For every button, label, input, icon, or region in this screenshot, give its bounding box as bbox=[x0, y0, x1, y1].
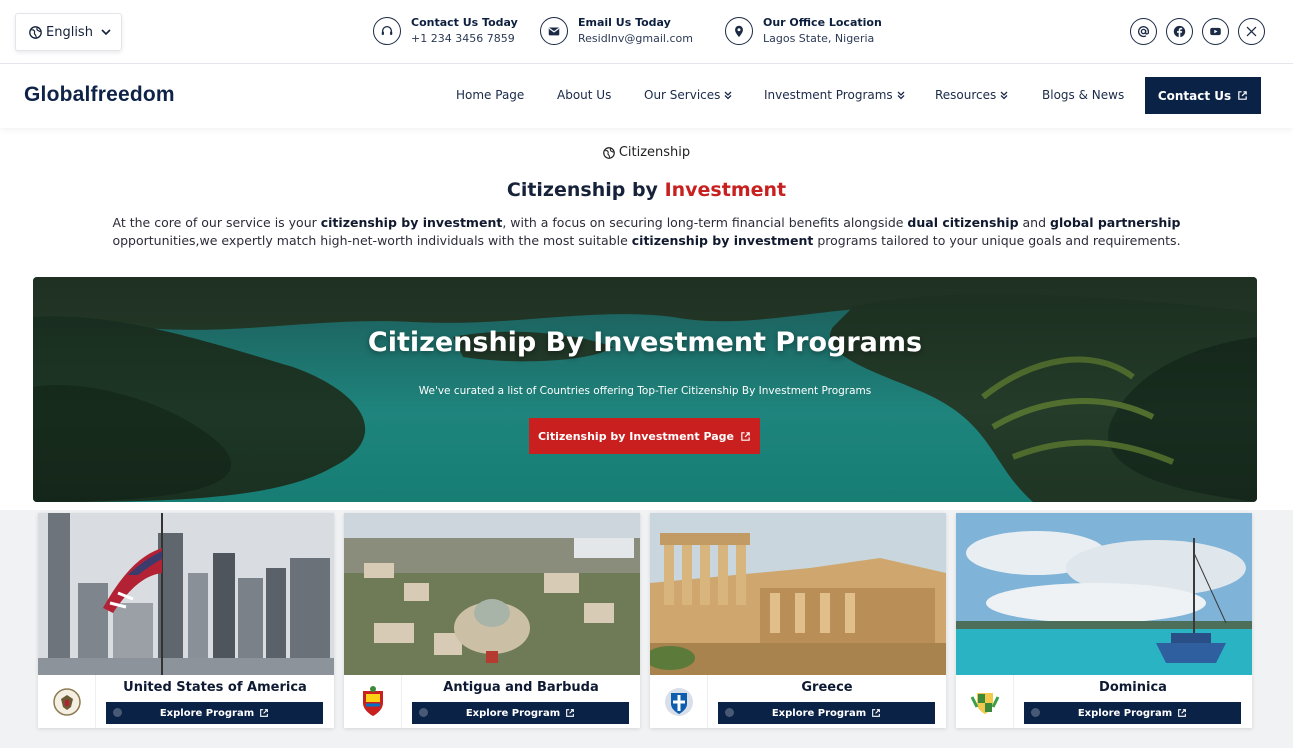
nav-home-label: Home Page bbox=[456, 88, 525, 102]
contact-email[interactable]: Email Us Today ResidInv@gmail.com bbox=[540, 16, 693, 48]
double-chevron-down-icon bbox=[897, 91, 905, 100]
antigua-coat-of-arms-emblem bbox=[344, 675, 402, 728]
nav-resources[interactable]: Resources bbox=[935, 88, 1042, 102]
cbi-page-button[interactable]: Citizenship by Investment Page bbox=[529, 418, 760, 454]
nav-services[interactable]: Our Services bbox=[644, 88, 764, 102]
explore-program-button[interactable]: Explore Program bbox=[106, 702, 323, 724]
country-photo bbox=[38, 513, 334, 675]
social-at-link[interactable] bbox=[1130, 18, 1157, 45]
external-link-icon bbox=[1238, 91, 1247, 100]
contact-location-title: Our Office Location bbox=[763, 16, 882, 29]
title-accent: Investment bbox=[664, 179, 787, 201]
globe-icon bbox=[602, 146, 615, 159]
contact-email-value: ResidInv@gmail.com bbox=[578, 32, 693, 45]
nav-investment-label: Investment Programs bbox=[764, 88, 893, 102]
external-link-icon bbox=[1178, 709, 1187, 717]
hero-subtitle: We've curated a list of Countries offeri… bbox=[418, 385, 872, 397]
social-x-link[interactable] bbox=[1238, 18, 1265, 45]
section-title: Citizenship by Investment bbox=[0, 179, 1293, 201]
chevron-down-icon bbox=[101, 29, 111, 36]
nav-blogs-label: Blogs & News bbox=[1042, 88, 1125, 102]
location-pin-icon bbox=[725, 17, 753, 45]
contact-location-value: Lagos State, Nigeria bbox=[763, 32, 875, 45]
contact-phone-title: Contact Us Today bbox=[411, 16, 518, 29]
external-link-icon bbox=[260, 709, 269, 717]
contact-email-title: Email Us Today bbox=[578, 16, 671, 29]
country-photo bbox=[344, 513, 640, 675]
social-facebook-link[interactable] bbox=[1166, 18, 1193, 45]
button-dot bbox=[725, 708, 734, 717]
explore-program-label: Explore Program bbox=[1077, 707, 1173, 719]
section-crumb: Citizenship bbox=[0, 145, 1293, 160]
explore-program-button[interactable]: Explore Program bbox=[718, 702, 935, 724]
crumb-label: Citizenship bbox=[618, 145, 691, 160]
country-card-dominica[interactable]: Dominica Explore Program bbox=[956, 513, 1252, 728]
contact-us-button[interactable]: Contact Us bbox=[1145, 77, 1261, 114]
main-navbar: Globalfreedom Home Page About Us Our Ser… bbox=[0, 64, 1293, 128]
social-links bbox=[1130, 18, 1265, 45]
nav-about-label: About Us bbox=[557, 88, 612, 102]
button-dot bbox=[419, 708, 428, 717]
mail-icon bbox=[540, 17, 568, 45]
hero-title: Citizenship By Investment Programs bbox=[367, 327, 923, 358]
explore-program-button[interactable]: Explore Program bbox=[412, 702, 629, 724]
country-name: Antigua and Barbuda bbox=[443, 680, 599, 695]
contact-us-label: Contact Us bbox=[1157, 88, 1232, 103]
globe-icon bbox=[29, 25, 42, 39]
nav-links: Home Page About Us Our Services Investme… bbox=[456, 88, 1124, 102]
country-name: United States of America bbox=[123, 680, 307, 695]
contact-phone-value: +1 234 3456 7859 bbox=[411, 32, 515, 45]
double-chevron-down-icon bbox=[1000, 91, 1008, 100]
site-logo[interactable]: Globalfreedom bbox=[24, 83, 175, 107]
country-name: Dominica bbox=[1099, 680, 1167, 695]
nav-services-label: Our Services bbox=[644, 88, 721, 102]
nav-resources-label: Resources bbox=[935, 88, 997, 102]
nav-investment-programs[interactable]: Investment Programs bbox=[764, 88, 935, 102]
explore-program-label: Explore Program bbox=[159, 707, 255, 719]
language-label: English bbox=[46, 24, 93, 40]
contact-phone[interactable]: Contact Us Today +1 234 3456 7859 bbox=[373, 16, 518, 48]
explore-program-label: Explore Program bbox=[465, 707, 561, 719]
title-plain: Citizenship by bbox=[506, 179, 665, 201]
country-card-greece[interactable]: Greece Explore Program bbox=[650, 513, 946, 728]
youtube-icon bbox=[1210, 27, 1221, 36]
headset-icon bbox=[373, 17, 401, 45]
language-selector[interactable]: English bbox=[15, 13, 122, 51]
x-icon bbox=[1246, 26, 1257, 37]
hero-banner: Citizenship By Investment Programs We've… bbox=[33, 277, 1257, 502]
facebook-icon bbox=[1173, 25, 1186, 38]
button-dot bbox=[1031, 708, 1040, 717]
country-card-antigua[interactable]: Antigua and Barbuda Explore Program bbox=[344, 513, 640, 728]
dominica-coat-of-arms-emblem bbox=[956, 675, 1014, 728]
external-link-icon bbox=[741, 431, 750, 441]
country-card-usa[interactable]: United States of America Explore Program bbox=[38, 513, 334, 728]
top-bar: English Contact Us Today +1 234 3456 785… bbox=[0, 0, 1293, 64]
intro-paragraph: At the core of our service is your citiz… bbox=[112, 215, 1181, 248]
double-chevron-down-icon bbox=[724, 91, 732, 100]
social-youtube-link[interactable] bbox=[1202, 18, 1229, 45]
button-dot bbox=[113, 708, 122, 717]
explore-program-label: Explore Program bbox=[771, 707, 867, 719]
country-photo bbox=[650, 513, 946, 675]
cbi-page-button-label: Citizenship by Investment Page bbox=[537, 429, 735, 443]
greece-coat-of-arms-emblem bbox=[650, 675, 708, 728]
external-link-icon bbox=[872, 709, 881, 717]
explore-program-button[interactable]: Explore Program bbox=[1024, 702, 1241, 724]
nav-blogs[interactable]: Blogs & News bbox=[1042, 88, 1124, 102]
country-name: Greece bbox=[801, 680, 853, 695]
nav-about[interactable]: About Us bbox=[557, 88, 644, 102]
at-sign-icon bbox=[1138, 26, 1150, 38]
contact-location[interactable]: Our Office Location Lagos State, Nigeria bbox=[725, 16, 882, 48]
usa-seal-emblem bbox=[38, 675, 96, 728]
external-link-icon bbox=[566, 709, 575, 717]
country-photo bbox=[956, 513, 1252, 675]
nav-home[interactable]: Home Page bbox=[456, 88, 557, 102]
